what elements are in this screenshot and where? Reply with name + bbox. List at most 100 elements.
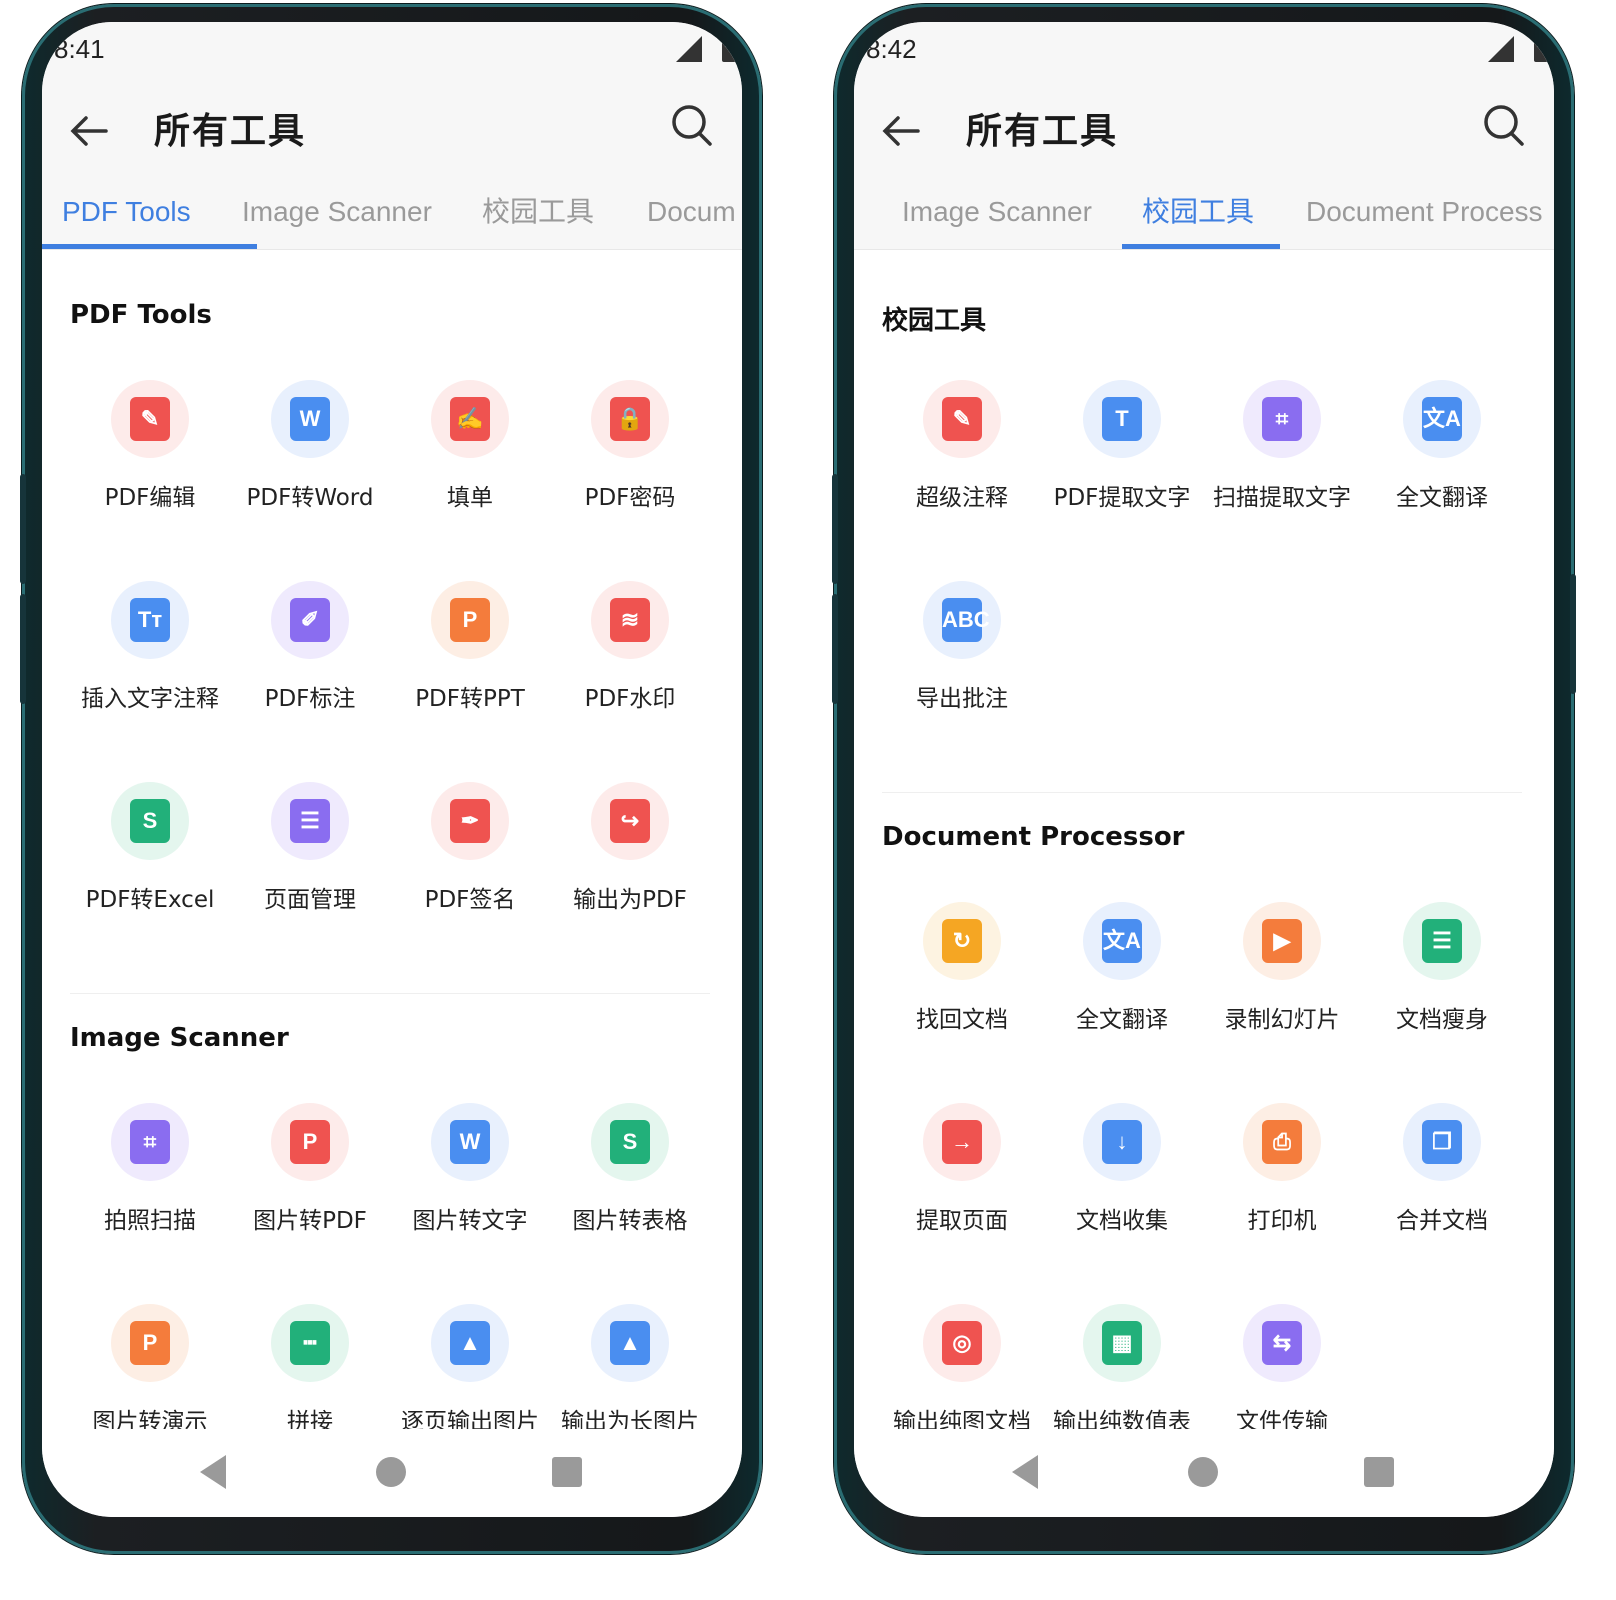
- tool-label: 文档瘦身: [1396, 1007, 1488, 1033]
- page-title: 所有工具: [154, 111, 307, 152]
- tool-item[interactable]: P PDF转PPT: [390, 581, 550, 741]
- tool-item[interactable]: ≋ PDF水印: [550, 581, 710, 741]
- tab-1[interactable]: PDF Tools: [62, 190, 191, 249]
- tab-1[interactable]: Image Scanner: [902, 190, 1092, 249]
- tool-label: 图片转PDF: [253, 1208, 367, 1234]
- tool-item[interactable]: ABC 导出批注: [882, 581, 1042, 741]
- tool-item[interactable]: ↓ 文档收集: [1042, 1103, 1202, 1263]
- tab-3[interactable]: Document Process: [1306, 190, 1543, 249]
- tool-label: 页面管理: [264, 887, 356, 913]
- tool-item[interactable]: ✍ 填单: [390, 380, 550, 540]
- tool-item[interactable]: ✐ PDF标注: [230, 581, 390, 741]
- tool-label: 输出纯图文档: [893, 1409, 1031, 1430]
- tab-3[interactable]: 校园工具: [482, 190, 594, 249]
- nav-recent-icon[interactable]: [1364, 1457, 1394, 1487]
- tool-item[interactable]: ↻ 找回文档: [882, 902, 1042, 1062]
- tool-item[interactable]: ✎ PDF编辑: [70, 380, 230, 540]
- tool-item[interactable]: ☰ 页面管理: [230, 782, 390, 942]
- back-arrow-icon[interactable]: [68, 110, 110, 152]
- tool-label: 输出纯数值表: [1053, 1409, 1191, 1430]
- tool-item[interactable]: Tт 插入文字注释: [70, 581, 230, 741]
- super-annotation-badge: ✎: [923, 380, 1001, 458]
- nav-bar: [42, 1429, 742, 1517]
- tool-label: 输出为PDF: [573, 887, 687, 913]
- tool-item[interactable]: ▦ 输出纯数值表: [1042, 1304, 1202, 1430]
- tool-item[interactable]: ⇆ 文件传输: [1202, 1304, 1362, 1430]
- text-annotation-icon: Tт: [130, 598, 170, 642]
- record-slides-icon: ▶: [1262, 919, 1302, 963]
- tool-label: 文件传输: [1236, 1409, 1328, 1430]
- slim-doc-badge: ☰: [1403, 902, 1481, 980]
- tool-item[interactable]: S PDF转Excel: [70, 782, 230, 942]
- tool-item[interactable]: P 图片转演示: [70, 1304, 230, 1430]
- app-bar: 所有工具: [854, 80, 1554, 180]
- section-title: Document Processor: [882, 822, 1185, 852]
- tool-item[interactable]: P 图片转PDF: [230, 1103, 390, 1263]
- signature-badge: ✒: [431, 782, 509, 860]
- signal-icon: [676, 36, 702, 62]
- tool-label: 导出批注: [916, 686, 1008, 712]
- tool-item[interactable]: ⌗ 拍照扫描: [70, 1103, 230, 1263]
- export-annotation-icon: ABC: [942, 598, 990, 642]
- tool-item[interactable]: W PDF转Word: [230, 380, 390, 540]
- tab-2[interactable]: Image Scanner: [242, 190, 432, 249]
- nav-back-icon[interactable]: [1012, 1455, 1038, 1489]
- tool-label: PDF提取文字: [1053, 485, 1191, 511]
- tool-item[interactable]: ✎ 超级注释: [882, 380, 1042, 540]
- merge-doc-icon: ❐: [1422, 1120, 1462, 1164]
- nav-back-icon[interactable]: [200, 1455, 226, 1489]
- status-time: 8:42: [866, 34, 917, 64]
- export-long-image-badge: ▲: [591, 1304, 669, 1382]
- search-icon[interactable]: [670, 102, 714, 150]
- search-icon[interactable]: [1482, 102, 1526, 150]
- tool-item[interactable]: S 图片转表格: [550, 1103, 710, 1263]
- tool-label: 提取页面: [916, 1208, 1008, 1234]
- tool-item[interactable]: ⎙ 打印机: [1202, 1103, 1362, 1263]
- status-bar: 8:41: [42, 22, 742, 80]
- tool-item[interactable]: ⌗ 扫描提取文字: [1202, 380, 1362, 540]
- pdf-to-word-badge: W: [271, 380, 349, 458]
- tool-item[interactable]: ▲ 输出为长图片: [550, 1304, 710, 1430]
- image-to-slides-icon: P: [130, 1321, 170, 1365]
- nav-home-icon[interactable]: [376, 1457, 406, 1487]
- tool-item[interactable]: T PDF提取文字: [1042, 380, 1202, 540]
- tool-item[interactable]: ☰ 文档瘦身: [1362, 902, 1522, 1062]
- scan-extract-text-icon: ⌗: [1262, 397, 1302, 441]
- back-arrow-icon[interactable]: [880, 110, 922, 152]
- tool-item[interactable]: W 图片转文字: [390, 1103, 550, 1263]
- merge-doc-badge: ❐: [1403, 1103, 1481, 1181]
- tool-item[interactable]: ✒ PDF签名: [390, 782, 550, 942]
- tool-item[interactable]: ❐ 合并文档: [1362, 1103, 1522, 1263]
- watermark-badge: ≋: [591, 581, 669, 659]
- status-time: 8:41: [54, 34, 105, 64]
- nav-recent-icon[interactable]: [552, 1457, 582, 1487]
- tool-label: 打印机: [1247, 1208, 1317, 1234]
- export-image-doc-badge: ◎: [923, 1304, 1001, 1382]
- tool-item[interactable]: ↪ 输出为PDF: [550, 782, 710, 942]
- tool-item[interactable]: ┅ 拼接: [230, 1304, 390, 1430]
- app-bar: 所有工具: [42, 80, 742, 180]
- tab-4[interactable]: Docum: [647, 190, 736, 249]
- image-to-text-badge: W: [431, 1103, 509, 1181]
- section-title: Image Scanner: [70, 1023, 289, 1053]
- tool-label: 拍照扫描: [104, 1208, 196, 1234]
- tool-item[interactable]: → 提取页面: [882, 1103, 1042, 1263]
- tool-item[interactable]: 文A 全文翻译: [1042, 902, 1202, 1062]
- slim-doc-icon: ☰: [1422, 919, 1462, 963]
- tool-item[interactable]: 🔒 PDF密码: [550, 380, 710, 540]
- photo-scan-badge: ⌗: [111, 1103, 189, 1181]
- tool-item[interactable]: ▶ 录制幻灯片: [1202, 902, 1362, 1062]
- tool-item[interactable]: ◎ 输出纯图文档: [882, 1304, 1042, 1430]
- tool-item[interactable]: ▲ 逐页输出图片: [390, 1304, 550, 1430]
- collect-doc-badge: ↓: [1083, 1103, 1161, 1181]
- tool-label: 扫描提取文字: [1213, 485, 1351, 511]
- status-bar: 8:42: [854, 22, 1554, 80]
- tab-2[interactable]: 校园工具: [1142, 190, 1254, 249]
- tool-label: PDF转PPT: [415, 686, 525, 712]
- side-button: [20, 474, 26, 584]
- extract-page-badge: →: [923, 1103, 1001, 1181]
- translate-badge: 文A: [1403, 380, 1481, 458]
- tool-item[interactable]: 文A 全文翻译: [1362, 380, 1522, 540]
- nav-home-icon[interactable]: [1188, 1457, 1218, 1487]
- tool-label: PDF标注: [264, 686, 356, 712]
